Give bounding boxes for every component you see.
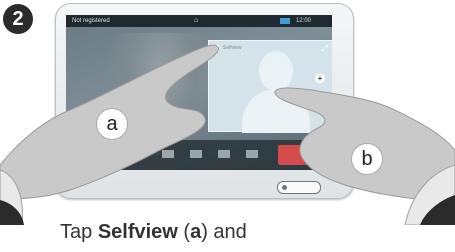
hands-illustration — [0, 44, 455, 225]
caption-suffix: ) and — [201, 221, 247, 243]
caption-bold-a: a — [190, 221, 202, 243]
callout-a: a — [96, 108, 128, 140]
caption-prefix: Tap — [60, 221, 98, 243]
caption-bold-selfview: Selfview — [97, 221, 178, 243]
instruction-caption: Tap Selfview (a) and — [60, 221, 247, 244]
caption-middle: ( — [177, 221, 191, 243]
callout-b: b — [351, 143, 383, 175]
